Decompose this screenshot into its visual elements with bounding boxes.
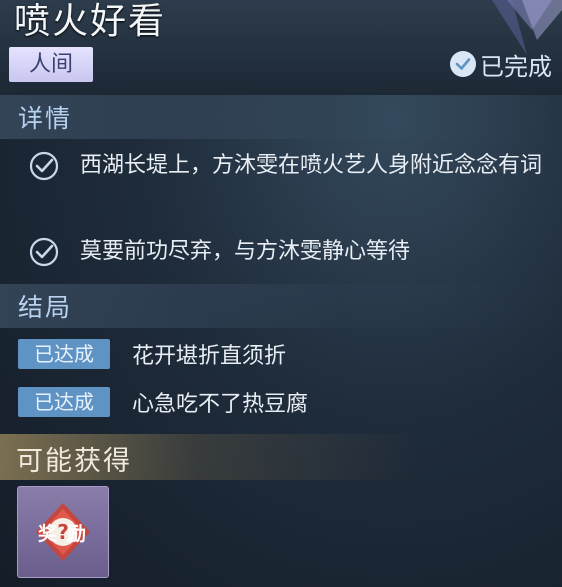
quest-status: 已完成 [450, 48, 552, 81]
achieved-badge: 已达成 [18, 387, 110, 417]
detail-item: 西湖长堤上，方沐雯在喷火艺人身附近念念有词 [28, 148, 558, 184]
quest-title: 喷火好看 [14, 1, 167, 42]
detail-item: 莫要前功尽弃，与方沐雯静心等待 [28, 234, 558, 270]
reward-item-label: 奖励 [37, 522, 96, 545]
ending-row: 已达成 心急吃不了热豆腐 [18, 386, 308, 418]
endings-header-text: 结局 [18, 293, 73, 322]
details-header-text: 详情 [18, 104, 73, 133]
detail-text: 莫要前功尽弃，与方沐雯静心等待 [80, 239, 411, 264]
completed-check-icon [450, 51, 476, 77]
ending-text: 花开堪折直须折 [132, 344, 287, 369]
achieved-badge: 已达成 [18, 339, 110, 369]
reward-item-slot[interactable]: ? 奖励 [17, 486, 109, 578]
detail-text: 西湖长堤上，方沐雯在喷火艺人身附近念念有词 [80, 153, 543, 178]
check-circle-icon [29, 151, 59, 181]
ending-text: 心急吃不了热豆腐 [132, 392, 309, 417]
ending-row: 已达成 花开堪折直须折 [18, 338, 286, 370]
quest-category-tag: 人间 [9, 47, 93, 82]
endings-section-header: 结局 [0, 284, 562, 328]
rewards-header-text: 可能获得 [16, 446, 132, 477]
details-section-header: 详情 [0, 95, 562, 139]
rewards-section-header: 可能获得 [0, 434, 562, 480]
check-circle-icon [29, 237, 59, 267]
quest-status-text: 已完成 [480, 52, 552, 81]
